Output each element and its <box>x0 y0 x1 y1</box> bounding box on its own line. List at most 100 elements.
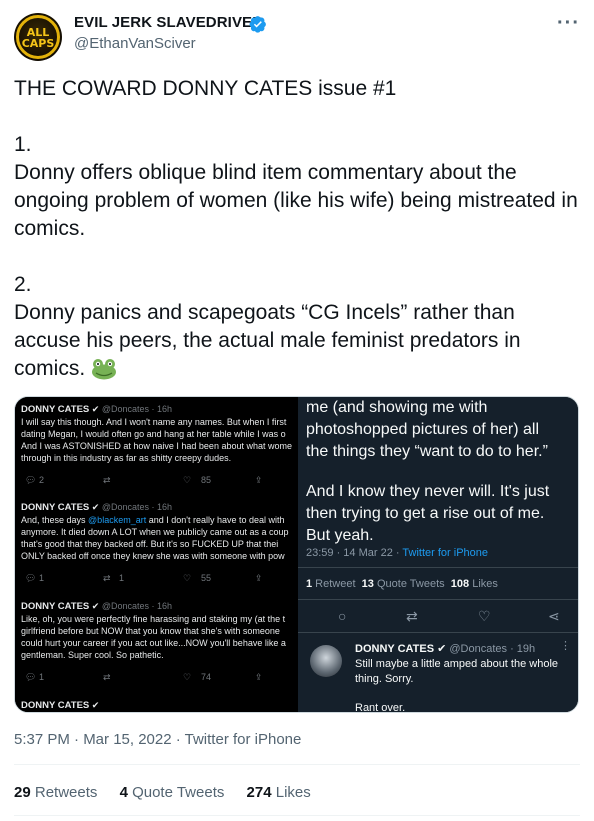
screenshot-tweet-2: DONNY CATES ✔ @Doncates · 16h And, these… <box>21 501 311 562</box>
reply-header: DONNY CATES ✔ @Doncates · 19h <box>355 642 535 655</box>
retweets-label: Retweets <box>34 784 98 801</box>
share-icon: ⇪ <box>255 475 263 485</box>
frog-emoji-icon <box>92 359 117 380</box>
quotes-stat[interactable]: 4 Quote Tweets <box>120 784 225 801</box>
left-screenshot: DONNY CATES ✔ @Doncates · 16h I will say… <box>15 397 296 712</box>
screenshot-timestamp: 23:59 · 14 Mar 22 · <box>306 547 403 559</box>
tweet-line: dating Megan, I would often go and hang … <box>21 429 286 439</box>
screenshot-author: DONNY CATES <box>21 601 90 612</box>
share-icon: ⋖ <box>548 608 560 624</box>
screenshot-tweet-1: DONNY CATES ✔ @Doncates · 16h I will say… <box>21 403 311 464</box>
tweet-line: And I was ASTONISHED at how naive I had … <box>21 441 292 451</box>
divider <box>14 764 580 765</box>
retweet-icon: ⇄ <box>103 672 111 682</box>
tweet-text: THE COWARD DONNY CATES issue #1 1. Donny… <box>14 75 584 383</box>
screenshot-handle: @Doncates · 16h <box>101 502 173 512</box>
tweet-line: that's good that they backed off. But it… <box>21 539 279 549</box>
author-name[interactable]: EVIL JERK SLAVEDRIVER <box>74 14 263 31</box>
share-icon: ⇪ <box>255 573 263 583</box>
reply-icon: 💬︎ <box>25 672 37 682</box>
divider <box>298 599 578 600</box>
retweets-count: 29 <box>14 784 31 801</box>
screenshot-handle: @Doncates · 16h <box>101 601 173 611</box>
likes-label: Likes <box>275 784 311 801</box>
screenshot-stats: 1 Retweet 13 Quote Tweets 108 Likes <box>306 578 498 590</box>
screenshot-author: DONNY CATES <box>21 502 90 513</box>
verified-badge-icon: ✔ <box>91 502 100 512</box>
reply-icon: 💬︎ <box>25 573 37 583</box>
verified-badge-icon: ✔ <box>91 601 100 611</box>
like-icon: ♡ <box>183 573 192 583</box>
tweet-line: And, these days <box>21 515 89 525</box>
tweet-line: through in this industry as far as shitt… <box>21 453 232 463</box>
more-options-icon[interactable]: ··· <box>557 12 580 35</box>
divider <box>14 815 580 816</box>
reply-avatar <box>310 645 342 677</box>
like-label: Likes <box>469 578 498 590</box>
like-count: 55 <box>201 573 212 583</box>
point-2-text: Donny panics and scapegoats “CG Incels” … <box>14 301 521 380</box>
retweet-icon: ⇄ <box>103 573 111 583</box>
tweet-line: me (and showing me with <box>306 399 488 416</box>
tweet-line: could hurt your career if you act out li… <box>21 638 286 648</box>
right-screenshot: me (and showing me with photoshopped pic… <box>298 397 578 713</box>
verified-badge-icon <box>249 16 266 33</box>
tweet-timestamp[interactable]: 5:37 PM · Mar 15, 2022 · Twitter for iPh… <box>14 731 301 748</box>
retweet-label: Retweet <box>312 578 356 590</box>
reply-count: 2 <box>39 475 45 485</box>
screenshot-meta: 23:59 · 14 Mar 22 · Twitter for iPhone <box>306 547 488 559</box>
retweets-stat[interactable]: 29 Retweets <box>14 784 97 801</box>
avatar-text-2: CAPS <box>21 37 55 50</box>
like-count: 108 <box>450 578 470 590</box>
quotes-count: 4 <box>119 784 128 801</box>
tweet-media[interactable]: DONNY CATES ✔ @Doncates · 16h I will say… <box>14 396 579 713</box>
tweet-line: And I know they never will. It's just <box>306 483 550 500</box>
tweet-line: girlfriend before but NOW that you know … <box>21 626 280 636</box>
point-2-number: 2. <box>14 273 32 296</box>
point-1-text: Donny offers oblique blind item commenta… <box>14 161 578 240</box>
like-count: 85 <box>201 475 212 485</box>
like-icon: ♡ <box>183 475 192 485</box>
reply-author: DONNY CATES <box>355 643 435 655</box>
quotes-label: Quote Tweets <box>132 784 225 801</box>
verified-badge-icon: ✔ <box>91 404 100 414</box>
tweet-line: anymore. It died down A LOT when we publ… <box>21 527 289 537</box>
reply-text: Still maybe a little amped about the who… <box>355 658 559 685</box>
reply-text-2: Rant over. <box>355 702 406 713</box>
point-1-number: 1. <box>14 133 32 156</box>
verified-badge-icon: ✔ <box>91 700 100 710</box>
tweet-line: and I don't really have to deal with <box>146 515 285 525</box>
share-icon: ⇪ <box>255 672 263 682</box>
screenshot-tweet-text: me (and showing me with photoshopped pic… <box>306 397 576 547</box>
author-avatar[interactable]: ALL CAPS <box>14 13 62 61</box>
like-count: 74 <box>201 672 212 682</box>
retweet-count: 1 <box>119 573 125 583</box>
likes-stat[interactable]: 274 Likes <box>247 784 311 801</box>
screenshot-author: DONNY CATES <box>21 404 90 415</box>
reply-count: 1 <box>39 573 45 583</box>
mention-link: @blackem_art <box>88 515 147 525</box>
screenshot-tweet-3: DONNY CATES ✔ @Doncates · 16h Like, oh, … <box>21 600 311 661</box>
tweet-line: I will say this though. And I won't name… <box>21 417 287 427</box>
like-icon: ♡ <box>478 608 491 624</box>
tweet-line: gentleman. Super cool. So pathetic. <box>21 650 164 660</box>
tweet-line: then trying to get a rise out of me. <box>306 505 545 522</box>
tweet-stats: 29 Retweets 4 Quote Tweets 274 Likes <box>14 784 329 801</box>
like-icon: ♡ <box>183 672 192 682</box>
tweet-line: ONLY backed off once they knew she was w… <box>21 551 285 561</box>
tweet-line: photoshopped pictures of her) all <box>306 421 540 438</box>
tweet-line: the things they “want to do to her.” <box>306 443 548 460</box>
quote-count: 13 <box>361 578 374 590</box>
author-handle[interactable]: @EthanVanSciver <box>74 35 196 52</box>
divider <box>298 567 578 568</box>
reply-count: 1 <box>39 672 45 682</box>
retweet-icon: ⇄ <box>406 608 418 624</box>
reply-icon: 💬︎ <box>25 475 37 485</box>
reply-handle: @Doncates · 19h <box>449 643 536 655</box>
tweet-line: Like, oh, you were perfectly fine harass… <box>21 614 286 624</box>
reply-icon: ○ <box>338 608 347 624</box>
screenshot-author: DONNY CATES <box>21 700 90 711</box>
verified-badge-icon: ✔ <box>437 643 447 655</box>
tweet-title: THE COWARD DONNY CATES issue #1 <box>14 77 397 100</box>
tweet-line: But yeah. <box>306 527 374 544</box>
